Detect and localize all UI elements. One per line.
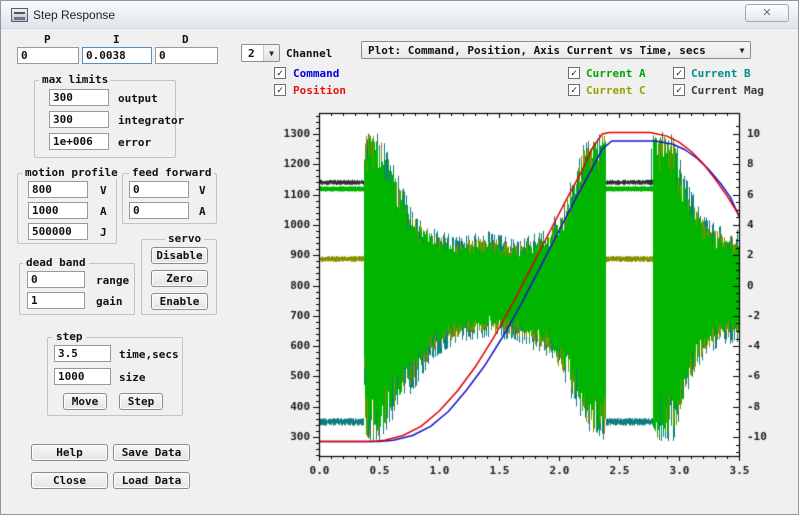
error-limit-field[interactable] [49,133,109,150]
jerk-field[interactable] [28,223,88,240]
ff-accel-label: A [199,205,206,218]
p-label: P [44,33,51,46]
jerk-label: J [100,226,107,239]
current-mag-checkbox-label: Current Mag [691,84,764,97]
step-size-label: size [119,371,146,384]
step-response-window: Step Response ✕ P I D 2 ▼ Channel Plot: … [0,0,799,515]
velocity-field[interactable] [28,181,88,198]
chevron-down-icon: ▼ [269,49,274,58]
window-title: Step Response [33,8,115,22]
titlebar: Step Response ✕ [1,1,798,29]
plot-type-select[interactable]: Plot: Command, Position, Axis Current vs… [361,41,751,59]
servo-title: servo [165,232,204,245]
accel-field[interactable] [28,202,88,219]
range-field[interactable] [27,271,85,288]
close-icon: ✕ [762,6,771,19]
velocity-label: V [100,184,107,197]
ff-velocity-field[interactable] [129,181,189,198]
current-c-checkbox-label: Current C [586,84,646,97]
check-icon: ✓ [571,85,577,96]
accel-label: A [100,205,107,218]
channel-value: 2 [248,47,255,60]
command-checkbox[interactable]: ✓ [274,67,286,79]
chevron-down-icon: ▼ [740,46,745,55]
channel-select[interactable]: 2 ▼ [241,44,280,62]
output-limit-label: output [118,92,158,105]
dead-band-title: dead band [23,256,89,269]
output-limit-field[interactable] [49,89,109,106]
check-icon: ✓ [676,68,682,79]
motion-profile-title: motion profile [22,166,121,179]
step-button[interactable]: Step [119,393,163,410]
current-a-checkbox[interactable]: ✓ [568,67,580,79]
move-button[interactable]: Move [63,393,107,410]
ff-accel-field[interactable] [129,202,189,219]
current-b-checkbox-label: Current B [691,67,751,80]
d-label: D [182,33,189,46]
check-icon: ✓ [571,68,577,79]
feed-forward-title: feed forward [129,166,214,179]
max-limits-title: max limits [39,73,111,86]
plot-type-value: Plot: Command, Position, Axis Current vs… [368,44,706,57]
load-data-button[interactable]: Load Data [113,472,190,489]
position-checkbox[interactable]: ✓ [274,84,286,96]
gain-label: gain [96,295,123,308]
integrator-limit-label: integrator [118,114,184,127]
step-size-field[interactable] [54,368,111,385]
check-icon: ✓ [676,85,682,96]
check-icon: ✓ [277,85,283,96]
servo-zero-button[interactable]: Zero [151,270,208,287]
position-checkbox-label: Position [293,84,346,97]
help-button[interactable]: Help [31,444,108,461]
save-data-button[interactable]: Save Data [113,444,190,461]
d-field[interactable] [155,47,218,64]
ff-velocity-label: V [199,184,206,197]
servo-disable-button[interactable]: Disable [151,247,208,264]
p-field[interactable] [17,47,79,64]
i-label: I [113,33,120,46]
current-c-checkbox[interactable]: ✓ [568,84,580,96]
close-dialog-button[interactable]: Close [31,472,108,489]
step-time-label: time,secs [119,348,179,361]
app-icon [11,8,28,22]
servo-enable-button[interactable]: Enable [151,293,208,310]
close-button[interactable]: ✕ [745,4,789,22]
step-title: step [53,330,86,343]
step-response-chart [281,101,781,486]
error-limit-label: error [118,136,151,149]
channel-label: Channel [286,47,332,60]
step-time-field[interactable] [54,345,111,362]
current-mag-checkbox[interactable]: ✓ [673,84,685,96]
i-field[interactable] [82,47,152,64]
check-icon: ✓ [277,68,283,79]
command-checkbox-label: Command [293,67,339,80]
range-label: range [96,274,129,287]
current-a-checkbox-label: Current A [586,67,646,80]
gain-field[interactable] [27,292,85,309]
integrator-limit-field[interactable] [49,111,109,128]
current-b-checkbox[interactable]: ✓ [673,67,685,79]
